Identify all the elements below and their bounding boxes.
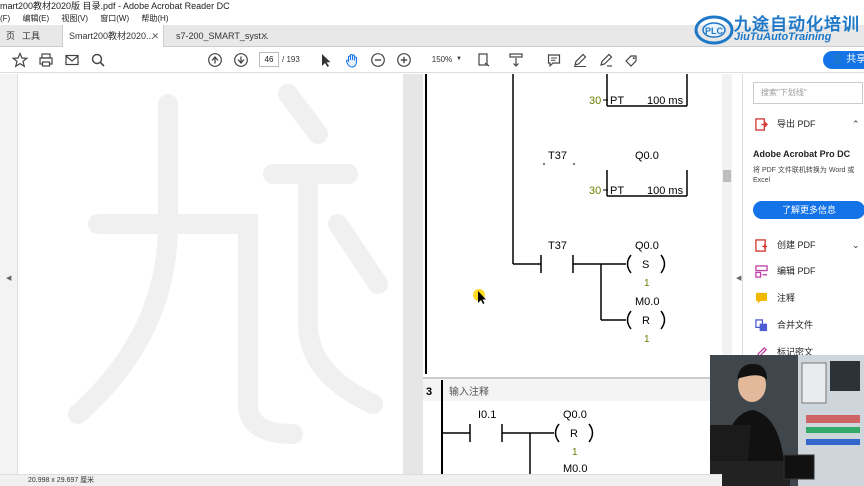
close-icon[interactable]: ✕ [260, 25, 268, 47]
scroll-mode-icon[interactable] [508, 52, 524, 68]
page-total: / 193 [282, 55, 300, 64]
coil-reset-count-3: 1 [572, 447, 578, 458]
combine-files-label: 合并文件 [777, 320, 814, 330]
share-label: 共享 [846, 54, 864, 65]
coil-set-count: 1 [644, 278, 650, 289]
watermark-logo [68, 84, 388, 444]
tab-tools[interactable]: 工具 [16, 25, 46, 47]
page-gutter [403, 74, 423, 474]
tab-document-label: Smart200教材2020... [69, 31, 154, 41]
logo-english: JiuTuAutoTraining [734, 31, 832, 43]
collapse-right-pane-icon[interactable]: ◀ [736, 274, 741, 282]
combine-files-icon [755, 319, 768, 332]
coil-set-left [626, 254, 632, 274]
comment-icon[interactable] [546, 52, 562, 68]
timer-time-1: 100 ms [647, 95, 684, 107]
contact-t37-label-2: T37 [548, 240, 567, 252]
edit-pdf-icon [755, 265, 768, 278]
select-cursor-icon[interactable] [318, 52, 334, 68]
menu-window[interactable]: 窗口(W) [100, 14, 129, 23]
pdf-page-right: 30 PT 100 ms T37 Q0.0 30 PT 100 ms T37 Q… [423, 74, 722, 474]
coil-q00-label-3: Q0.0 [563, 409, 587, 421]
coil-reset-op-3: R [570, 428, 578, 440]
zoom-select[interactable]: 150% ▼ [420, 52, 464, 67]
create-pdf-icon [755, 239, 768, 252]
timer-pt-1: PT [610, 95, 624, 107]
comment-label: 注释 [777, 293, 796, 303]
status-bar: 20.998 x 29.697 厘米 [0, 474, 722, 486]
coil-m00-label-3: M0.0 [563, 463, 587, 474]
export-pdf-label: 导出 PDF [777, 119, 816, 129]
contact-i01-label: I0.1 [478, 409, 496, 421]
hand-tool-icon[interactable] [344, 52, 360, 68]
page-up-icon[interactable] [207, 52, 223, 68]
create-pdf-label: 创建 PDF [777, 240, 816, 250]
chevron-down-icon[interactable]: ⌄ [852, 237, 860, 253]
logo-mark-icon: PLC [694, 15, 734, 45]
pen-icon[interactable] [572, 52, 588, 68]
zoom-value: 150% [431, 55, 453, 64]
bookmark-star-icon[interactable] [12, 52, 28, 68]
promo-description: 将 PDF 文件联机转换为 Word 或 Excel [753, 167, 855, 184]
tools-search-input[interactable]: 搜索"下划线" [753, 82, 863, 104]
tab-document-active[interactable]: Smart200教材2020... ✕ [62, 25, 164, 47]
page-dimensions: 20.998 x 29.697 厘米 [28, 477, 95, 484]
coil-set-right [660, 254, 666, 274]
menu-edit[interactable]: 编辑(E) [22, 14, 49, 23]
coil-reset-right [660, 310, 666, 330]
brand-logo: PLC 九途自动化培训 JiuTuAutoTraining [694, 10, 864, 50]
edit-pdf-label: 编辑 PDF [777, 266, 816, 276]
timer-preset-2: 30 [589, 185, 601, 197]
menu-file[interactable]: (F) [0, 14, 10, 23]
coil-q00-label-2: Q0.0 [635, 240, 659, 252]
learn-more-button[interactable]: 了解更多信息 [753, 201, 864, 219]
scrollbar-thumb[interactable] [723, 170, 731, 182]
menu-help[interactable]: 帮助(H) [141, 14, 168, 23]
fill-sign-icon[interactable] [624, 52, 640, 68]
presenter-video [710, 355, 864, 486]
fit-page-icon[interactable] [476, 52, 492, 68]
expand-left-panel-icon[interactable]: ◀ [6, 274, 11, 282]
ladder-diagram: 30 PT 100 ms T37 Q0.0 30 PT 100 ms T37 Q… [423, 74, 722, 474]
tab-document-2[interactable]: s7-200_SMART_syst... ✕ [170, 25, 272, 47]
coil-q00-label-1: Q0.0 [635, 150, 659, 162]
mail-icon[interactable] [64, 52, 80, 68]
document-view[interactable]: 30 PT 100 ms T37 Q0.0 30 PT 100 ms T37 Q… [18, 74, 722, 474]
share-button[interactable]: 👤 共享 [823, 51, 864, 69]
network-3-comment: 输入注释 [449, 385, 489, 398]
tab-document-2-label: s7-200_SMART_syst... [176, 31, 269, 41]
logo-badge-text: PLC [705, 26, 724, 36]
page-down-icon[interactable] [233, 52, 249, 68]
coil-reset-count: 1 [644, 334, 650, 345]
coil-m00-label: M0.0 [635, 296, 659, 308]
timer-pt-2: PT [610, 185, 624, 197]
share-user-icon: 👤 [831, 54, 847, 65]
promo-title: Adobe Acrobat Pro DC [753, 149, 851, 159]
contact-t37-label-1: T37 [548, 150, 567, 162]
search-icon[interactable] [90, 52, 106, 68]
timer-time-2: 100 ms [647, 185, 684, 197]
coil-set-op: S [642, 259, 649, 271]
network-3-number: 3 [426, 386, 432, 398]
comment-icon [755, 292, 768, 304]
chevron-up-icon[interactable]: ⌃ [852, 116, 860, 132]
zoom-out-icon[interactable] [370, 52, 386, 68]
zoom-in-icon[interactable] [396, 52, 412, 68]
coil-reset-op: R [642, 315, 650, 327]
mouse-cursor-icon [473, 289, 486, 304]
print-icon[interactable] [38, 52, 54, 68]
export-pdf-icon [755, 118, 768, 131]
menu-view[interactable]: 视图(V) [61, 14, 88, 23]
timer-preset-1: 30 [589, 95, 601, 107]
highlight-icon[interactable] [598, 52, 614, 68]
close-icon[interactable]: ✕ [151, 25, 159, 47]
pdf-page-left [18, 74, 403, 474]
toolbar: 46 / 193 150% ▼ 👤 共享 [0, 47, 864, 73]
coil-reset-left [626, 310, 632, 330]
page-number-input[interactable]: 46 [259, 52, 279, 67]
chevron-down-icon: ▼ [456, 56, 462, 62]
webcam-overlay [710, 355, 864, 486]
